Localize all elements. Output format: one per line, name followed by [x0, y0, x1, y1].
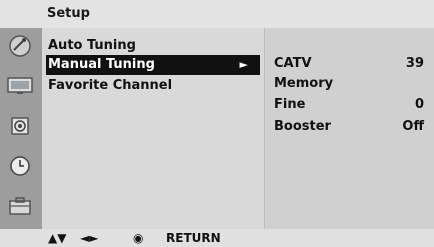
- left-right-arrows-icon: ◄►: [80, 231, 99, 245]
- menu-item-auto-tuning[interactable]: Auto Tuning: [46, 36, 136, 56]
- menu-item-label: Auto Tuning: [48, 38, 136, 53]
- submenu-value: 39: [405, 56, 424, 71]
- submenu-label: Memory: [274, 76, 334, 91]
- submenu-label: Fine: [274, 97, 306, 112]
- menu-item-manual-tuning[interactable]: Manual Tuning ►: [46, 55, 260, 75]
- submenu-value: 0: [414, 97, 424, 112]
- submenu-value: Off: [402, 119, 424, 134]
- footer-hint-bar: ▲▼ ◄► ◉ RETURN: [0, 229, 434, 247]
- return-label: RETURN: [166, 231, 221, 245]
- submenu-row-memory[interactable]: Memory: [274, 74, 424, 94]
- speaker-icon[interactable]: [6, 114, 34, 138]
- menu-item-label: Favorite Channel: [48, 78, 173, 93]
- menu-item-label: Manual Tuning: [48, 57, 155, 72]
- satellite-dish-icon[interactable]: [6, 34, 34, 58]
- monitor-icon[interactable]: [6, 74, 34, 98]
- submenu-label: CATV: [274, 56, 312, 71]
- toolbox-icon[interactable]: [6, 194, 34, 218]
- menu-item-favorite-channel[interactable]: Favorite Channel: [46, 76, 172, 96]
- submenu-row-booster[interactable]: Booster Off: [274, 117, 424, 137]
- up-down-arrows-icon: ▲▼: [48, 231, 67, 245]
- submenu-label: Booster: [274, 119, 331, 134]
- submenu-arrow-icon: ►: [239, 58, 248, 71]
- submenu-row-fine[interactable]: Fine 0: [274, 95, 424, 115]
- header-bar: Setup: [0, 0, 434, 28]
- main-menu-panel: Auto Tuning Manual Tuning ► Favorite Cha…: [42, 28, 264, 229]
- page-title: Setup: [47, 6, 90, 21]
- submenu-panel: CATV 39 Memory Fine 0 Booster Off: [264, 28, 434, 229]
- submenu-row-catv[interactable]: CATV 39: [274, 54, 424, 74]
- sidebar: [0, 28, 42, 229]
- clock-icon[interactable]: [6, 154, 34, 178]
- ok-button-icon: ◉: [133, 231, 144, 245]
